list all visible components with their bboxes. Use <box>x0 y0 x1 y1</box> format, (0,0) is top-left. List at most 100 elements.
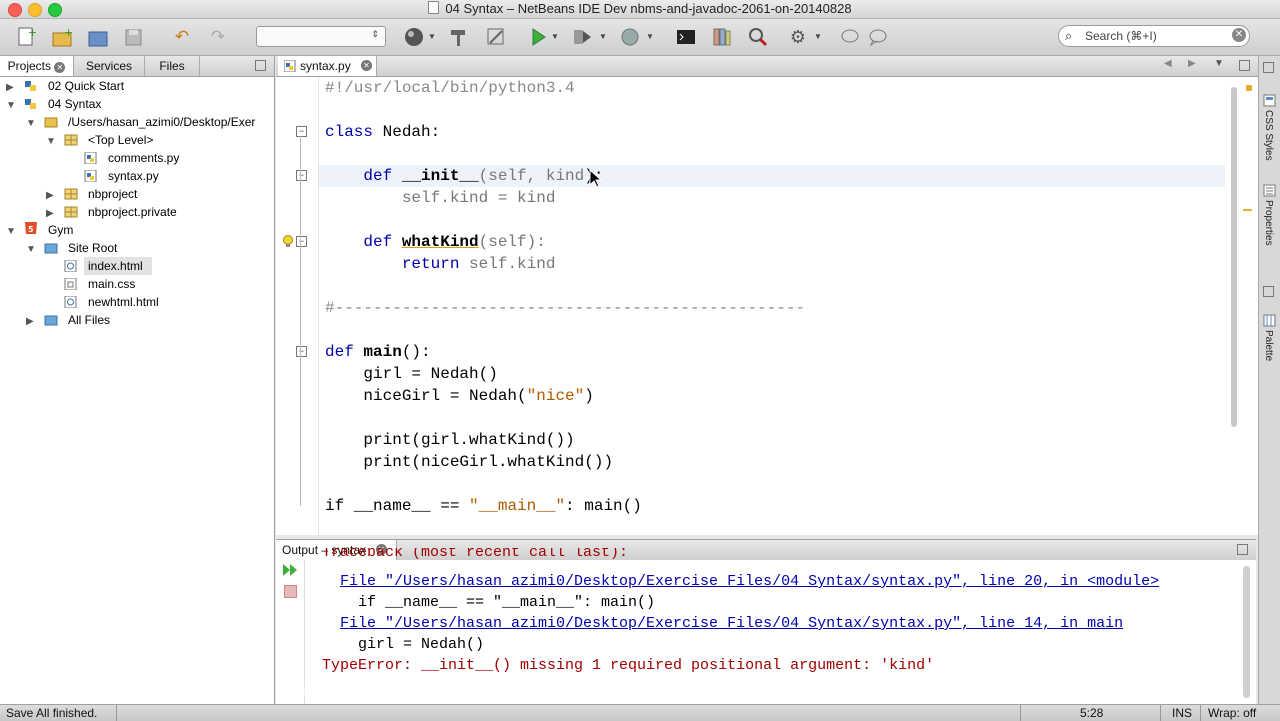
tab-projects[interactable]: Projects ✕ <box>0 56 74 76</box>
clean-build-button[interactable] <box>484 25 508 49</box>
code-line-11: #---------------------------------------… <box>325 299 806 317</box>
save-all-button[interactable] <box>122 25 146 49</box>
undo-button[interactable]: ↶ <box>170 25 194 49</box>
status-divider <box>116 705 117 721</box>
tree-collapse-icon[interactable]: ▼ <box>6 226 16 237</box>
lightbulb-hint-icon[interactable] <box>282 235 294 249</box>
traceback-link[interactable]: File "/Users/hasan_azimi0/Desktop/Exerci… <box>340 571 1159 592</box>
css-styles-panel-tab[interactable]: CSS Styles <box>1263 110 1274 161</box>
fold-toggle-icon[interactable]: − <box>296 346 307 357</box>
undo-icon: ↶ <box>174 27 190 46</box>
tree-item-site-root[interactable]: Site Root <box>68 239 117 257</box>
tree-collapse-icon[interactable]: ▼ <box>26 118 36 129</box>
traceback-link[interactable]: File "/Users/hasan_azimi0/Desktop/Exerci… <box>340 613 1123 634</box>
tree-collapse-icon[interactable]: ▼ <box>26 244 36 255</box>
tree-item-top-level[interactable]: <Top Level> <box>88 131 153 149</box>
chevron-down-icon[interactable]: ▼ <box>646 32 654 41</box>
search-box[interactable]: ⌕ Search (⌘+I) ✕ <box>1058 25 1250 47</box>
python-file-icon <box>84 170 97 182</box>
run-button[interactable] <box>526 25 550 49</box>
inspect-button[interactable] <box>746 25 770 49</box>
tree-item-nbproject-private[interactable]: nbproject.private <box>88 203 177 221</box>
tree-expand-icon[interactable]: ▶ <box>26 316 34 327</box>
new-file-button[interactable]: + <box>14 25 38 49</box>
new-file-icon: + <box>18 26 36 46</box>
caret-position[interactable]: 5:28 <box>1080 706 1103 720</box>
tree-item-quick-start[interactable]: 02 Quick Start <box>48 77 124 95</box>
tree-collapse-icon[interactable]: ▼ <box>6 100 16 111</box>
palette-panel-tab[interactable]: Palette <box>1263 330 1274 361</box>
fold-toggle-icon[interactable]: − <box>296 126 307 137</box>
svg-text:+: + <box>28 26 36 39</box>
minimize-panel-icon[interactable] <box>255 60 266 71</box>
stop-icon[interactable] <box>284 585 297 598</box>
tree-item-syntax-py[interactable]: syntax.py <box>108 167 159 185</box>
tree-item-index-html[interactable]: index.html <box>88 257 143 275</box>
editor-scrollbar[interactable] <box>1230 77 1238 535</box>
debug-button[interactable] <box>570 25 594 49</box>
tab-services[interactable]: Services <box>74 56 145 76</box>
tree-item-comments-py[interactable]: comments.py <box>108 149 179 167</box>
editor-scroll-thumb[interactable] <box>1231 87 1237 427</box>
code-editor[interactable]: − − − − #!/usr/local/bin/python3.4 class… <box>276 77 1258 535</box>
comment-button[interactable] <box>838 25 862 49</box>
chevron-down-icon[interactable]: ▼ <box>599 32 607 41</box>
tree-expand-icon[interactable]: ▶ <box>46 190 54 201</box>
tree-item-syntax-project[interactable]: 04 Syntax <box>48 95 101 113</box>
profile-button[interactable] <box>618 25 642 49</box>
output-scroll-thumb[interactable] <box>1243 566 1250 698</box>
chevron-down-icon[interactable]: ▼ <box>551 32 559 41</box>
minimize-output-icon[interactable] <box>1237 544 1248 555</box>
output-window[interactable]: Traceback (most recent call last): File … <box>276 548 1256 704</box>
tab-syntax-py[interactable]: syntax.py ✕ <box>278 56 377 76</box>
save-all-icon <box>125 29 142 46</box>
scroll-tabs-left-icon[interactable]: ◀ <box>1164 58 1172 69</box>
fold-guide-line <box>300 136 301 506</box>
configuration-select[interactable]: ⇕ <box>256 26 386 47</box>
error-stripe-marker[interactable] <box>1246 85 1252 91</box>
tree-collapse-icon[interactable]: ▼ <box>46 136 56 147</box>
watermark: aparat.com/pertech <box>276 678 521 703</box>
error-stripe-marker[interactable] <box>1243 209 1252 211</box>
new-project-button[interactable]: + <box>50 25 74 49</box>
chat-button[interactable] <box>866 25 890 49</box>
fold-toggle-icon[interactable]: − <box>296 236 307 247</box>
settings-button[interactable]: ⚙ <box>786 25 810 49</box>
books-icon <box>713 28 731 46</box>
terminal-button[interactable] <box>674 25 698 49</box>
chevron-down-icon[interactable]: ▼ <box>428 32 436 41</box>
maximize-editor-icon[interactable] <box>1239 60 1250 71</box>
insert-mode[interactable]: INS <box>1172 706 1192 720</box>
tree-expand-icon[interactable]: ▶ <box>6 82 14 93</box>
browser-button[interactable] <box>402 25 426 49</box>
show-opened-documents-icon[interactable]: ▼ <box>1214 58 1224 69</box>
chevron-down-icon[interactable]: ▼ <box>814 32 822 41</box>
properties-panel-tab[interactable]: Properties <box>1263 200 1274 246</box>
close-tab-icon[interactable]: ✕ <box>361 60 372 71</box>
libraries-button[interactable] <box>710 25 734 49</box>
tree-item-newhtml-html[interactable]: newhtml.html <box>88 293 159 311</box>
build-button[interactable] <box>446 25 470 49</box>
tab-files[interactable]: Files <box>145 56 200 76</box>
tree-item-main-css[interactable]: main.css <box>88 275 135 293</box>
svg-text:+: + <box>64 26 73 39</box>
fold-toggle-icon[interactable]: − <box>296 170 307 181</box>
tree-item-nbproject[interactable]: nbproject <box>88 185 137 203</box>
wrap-mode[interactable]: Wrap: off <box>1208 706 1256 720</box>
clear-search-icon[interactable]: ✕ <box>1232 28 1246 42</box>
tree-item-source-root[interactable]: /Users/hasan_azimi0/Desktop/Exer <box>68 113 255 131</box>
tree-item-all-files[interactable]: All Files <box>68 311 110 329</box>
tree-item-gym[interactable]: Gym <box>48 221 73 239</box>
minimize-panel-icon[interactable] <box>1263 286 1274 297</box>
svg-text:5: 5 <box>28 225 34 234</box>
minimize-panel-icon[interactable] <box>1263 62 1274 73</box>
rerun-icon[interactable] <box>282 563 298 577</box>
html-file-icon <box>64 296 77 308</box>
globe-icon <box>405 28 423 46</box>
tree-expand-icon[interactable]: ▶ <box>46 208 54 219</box>
redo-button[interactable]: ↷ <box>206 25 230 49</box>
scroll-tabs-right-icon[interactable]: ▶ <box>1188 58 1196 69</box>
debug-icon <box>574 30 591 44</box>
close-tab-icon[interactable]: ✕ <box>54 62 66 73</box>
open-project-button[interactable] <box>86 25 110 49</box>
